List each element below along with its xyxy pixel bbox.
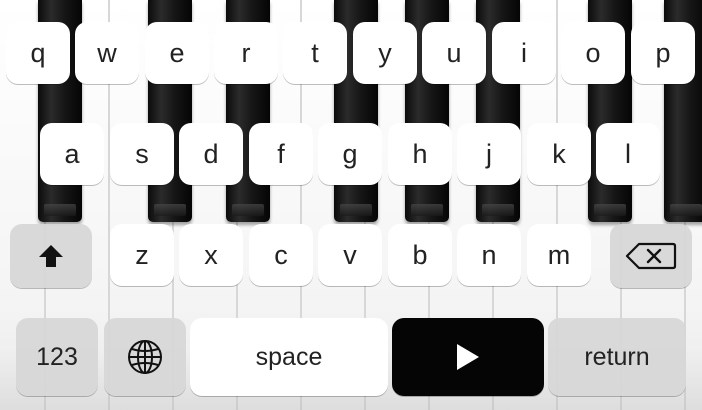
- key-b[interactable]: b: [388, 224, 452, 286]
- shift-arrow-icon: [37, 242, 65, 270]
- key-q[interactable]: q: [6, 22, 70, 84]
- key-g[interactable]: g: [318, 123, 382, 185]
- numbers-key[interactable]: 123: [16, 318, 98, 396]
- globe-key[interactable]: [104, 318, 186, 396]
- backspace-key[interactable]: [610, 224, 692, 288]
- key-l[interactable]: l: [596, 123, 660, 185]
- key-e[interactable]: e: [145, 22, 209, 84]
- key-w[interactable]: w: [75, 22, 139, 84]
- key-k[interactable]: k: [527, 123, 591, 185]
- shift-key[interactable]: [10, 224, 92, 288]
- key-a[interactable]: a: [40, 123, 104, 185]
- globe-icon: [127, 339, 163, 375]
- keyboard: q w e r t y u i o p a s d f g h j k l z …: [0, 0, 702, 410]
- key-f[interactable]: f: [249, 123, 313, 185]
- backspace-icon: [625, 241, 677, 271]
- key-t[interactable]: t: [283, 22, 347, 84]
- key-o[interactable]: o: [561, 22, 625, 84]
- key-s[interactable]: s: [110, 123, 174, 185]
- key-r[interactable]: r: [214, 22, 278, 84]
- key-x[interactable]: x: [179, 224, 243, 286]
- key-p[interactable]: p: [631, 22, 695, 84]
- space-key[interactable]: space: [190, 318, 388, 396]
- key-v[interactable]: v: [318, 224, 382, 286]
- key-u[interactable]: u: [422, 22, 486, 84]
- key-i[interactable]: i: [492, 22, 556, 84]
- key-c[interactable]: c: [249, 224, 313, 286]
- key-m[interactable]: m: [527, 224, 591, 286]
- key-d[interactable]: d: [179, 123, 243, 185]
- return-key[interactable]: return: [548, 318, 686, 396]
- play-icon: [454, 342, 482, 372]
- key-y[interactable]: y: [353, 22, 417, 84]
- key-z[interactable]: z: [110, 224, 174, 286]
- play-key[interactable]: [392, 318, 544, 396]
- key-j[interactable]: j: [457, 123, 521, 185]
- key-n[interactable]: n: [457, 224, 521, 286]
- key-h[interactable]: h: [388, 123, 452, 185]
